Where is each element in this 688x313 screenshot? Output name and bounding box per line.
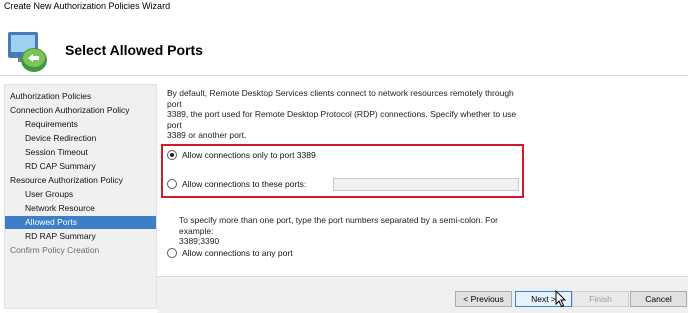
sidebar-item-network-resource[interactable]: Network Resource xyxy=(25,202,95,215)
finish-button: Finish xyxy=(572,291,629,307)
sidebar-item-session-timeout[interactable]: Session Timeout xyxy=(25,146,88,159)
page-title: Select Allowed Ports xyxy=(65,42,203,58)
intro-line: 3389, the port used for Remote Desktop P… xyxy=(167,109,517,130)
intro-line: 3389 or another port. xyxy=(167,130,247,140)
sidebar-item-confirm-policy-creation: Confirm Policy Creation xyxy=(10,245,100,255)
option-any-port-label[interactable]: Allow connections to any port xyxy=(182,248,293,258)
wizard-footer: < Previous Next > Finish Cancel xyxy=(157,276,688,313)
sidebar-item-connection-authorization-policy[interactable]: Connection Authorization Policy xyxy=(10,104,130,117)
wizard-header: Select Allowed Ports xyxy=(0,14,688,76)
cancel-button[interactable]: Cancel xyxy=(630,291,687,307)
sidebar-item-requirements[interactable]: Requirements xyxy=(25,118,78,131)
sidebar-item-rd-cap-summary[interactable]: RD CAP Summary xyxy=(25,160,96,173)
network-connection-icon xyxy=(8,32,47,72)
sidebar-item-allowed-ports[interactable]: Allowed Ports xyxy=(5,216,156,229)
sidebar-item-authorization-policies[interactable]: Authorization Policies xyxy=(10,90,91,103)
sidebar-item-user-groups[interactable]: User Groups xyxy=(25,188,73,201)
header-divider xyxy=(0,75,688,76)
highlight-annotation-box xyxy=(161,144,524,198)
option-any-port[interactable]: Allow connections to any port xyxy=(167,246,293,260)
hint-line: To specify more than one port, type the … xyxy=(179,215,498,236)
hint-line: 3389;3390 xyxy=(179,236,220,246)
wizard-steps-sidebar: Authorization Policies Connection Author… xyxy=(4,84,157,309)
sidebar-item-rd-rap-summary[interactable]: RD RAP Summary xyxy=(25,230,96,243)
intro-text: By default, Remote Desktop Services clie… xyxy=(167,88,527,141)
radio-button[interactable] xyxy=(167,248,177,258)
sidebar-item-resource-authorization-policy[interactable]: Resource Authorization Policy xyxy=(10,174,123,187)
previous-button[interactable]: < Previous xyxy=(455,291,512,307)
sidebar-item-device-redirection[interactable]: Device Redirection xyxy=(25,132,96,145)
mouse-pointer-icon xyxy=(555,290,567,308)
window-title: Create New Authorization Policies Wizard xyxy=(4,1,171,11)
intro-line: By default, Remote Desktop Services clie… xyxy=(167,88,514,109)
ports-hint-text: To specify more than one port, type the … xyxy=(179,215,524,247)
